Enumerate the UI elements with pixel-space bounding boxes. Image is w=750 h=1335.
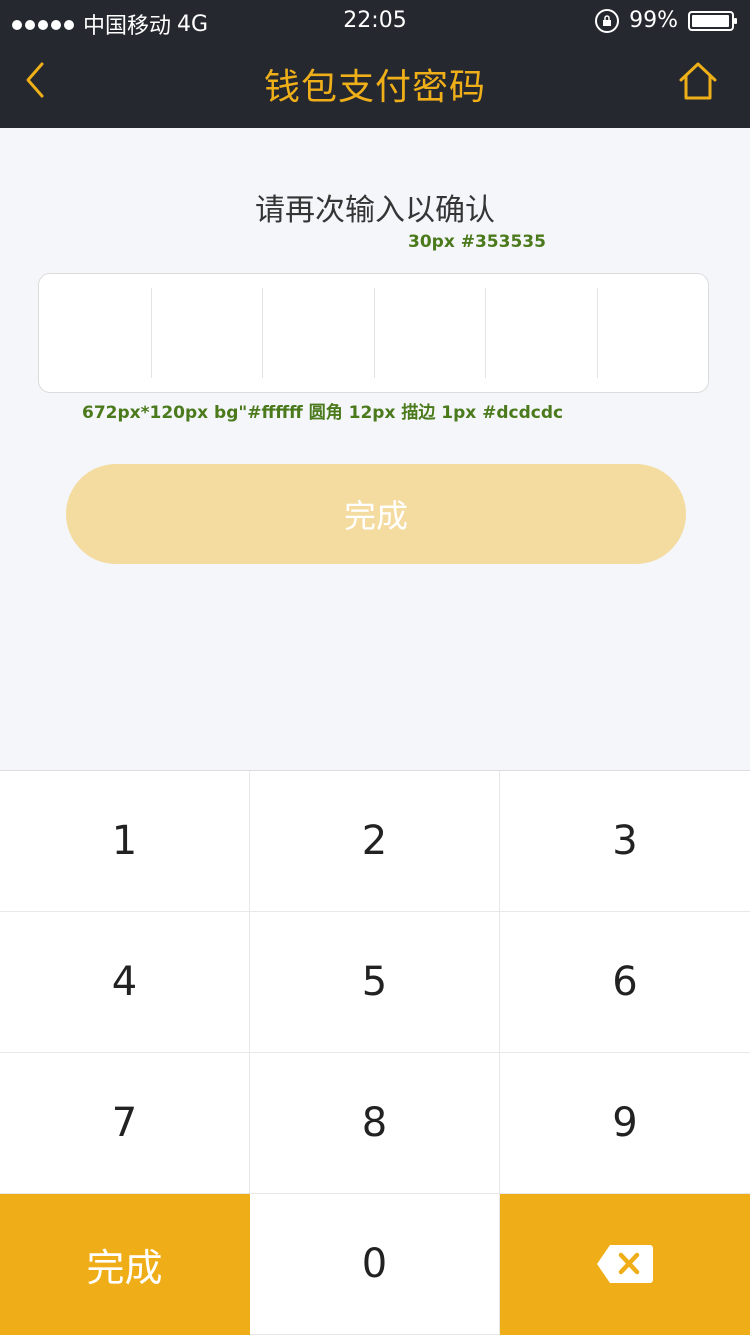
key-1[interactable]: 1 [0,771,250,912]
password-cell [485,274,597,392]
password-cell [262,274,374,392]
nav-bar: 钱包支付密码 [0,44,750,128]
page-title: 钱包支付密码 [263,67,486,108]
battery-percent: 99% [629,8,678,33]
key-3[interactable]: 3 [500,771,750,912]
password-input[interactable] [38,273,709,393]
home-button[interactable] [676,58,720,102]
done-button[interactable]: 完成 [66,464,686,564]
key-9[interactable]: 9 [500,1053,750,1194]
password-cell [596,274,709,392]
battery-icon [688,10,737,31]
password-cell [373,274,486,392]
key-4[interactable]: 4 [0,912,250,1053]
password-cell [39,274,151,392]
annotation-note: 672px*120px bg"#ffffff 圆角 12px 描边 1px #d… [82,403,564,423]
annotation-note: 30px #353535 [408,232,546,252]
orientation-lock-icon [595,8,620,33]
numeric-keypad: 1 2 3 4 5 6 7 8 9 完成 0 [0,770,750,1335]
home-icon [679,62,717,100]
key-0[interactable]: 0 [250,1194,500,1335]
delete-key[interactable] [500,1194,750,1335]
key-8[interactable]: 8 [250,1053,500,1194]
app-header: 中国移动 4G 22:05 99% 钱包支付密码 [0,0,750,128]
status-right: 99% [595,8,737,33]
key-6[interactable]: 6 [500,912,750,1053]
prompt-text: 请再次输入以确认 [255,193,495,228]
key-2[interactable]: 2 [250,771,500,912]
backspace-icon [597,1245,653,1283]
key-5[interactable]: 5 [250,912,500,1053]
status-bar: 中国移动 4G 22:05 99% [0,0,750,44]
keypad-done-button[interactable]: 完成 [0,1194,250,1335]
key-7[interactable]: 7 [0,1053,250,1194]
password-cell [150,274,263,392]
